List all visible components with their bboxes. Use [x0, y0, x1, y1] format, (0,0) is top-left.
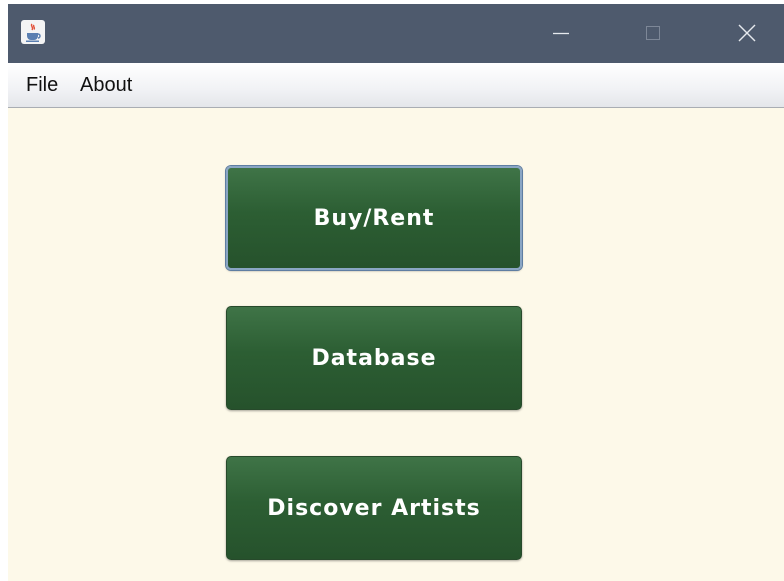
- java-cup-icon[interactable]: [21, 20, 45, 44]
- maximize-button[interactable]: [630, 4, 676, 63]
- database-button[interactable]: Database: [226, 306, 522, 410]
- buy-rent-button[interactable]: Buy/Rent: [226, 166, 522, 270]
- menu-file[interactable]: File: [26, 74, 58, 96]
- maximize-icon: [646, 26, 660, 40]
- minimize-icon: [553, 32, 569, 35]
- menu-bar: File About: [8, 63, 784, 108]
- minimize-button[interactable]: [538, 4, 584, 63]
- menu-about[interactable]: About: [80, 74, 132, 96]
- title-bar[interactable]: [8, 4, 784, 63]
- close-button[interactable]: [724, 4, 770, 63]
- app-window: File About Buy/Rent Database Discover Ar…: [8, 4, 784, 581]
- close-icon: [738, 24, 756, 42]
- discover-artists-button[interactable]: Discover Artists: [226, 456, 522, 560]
